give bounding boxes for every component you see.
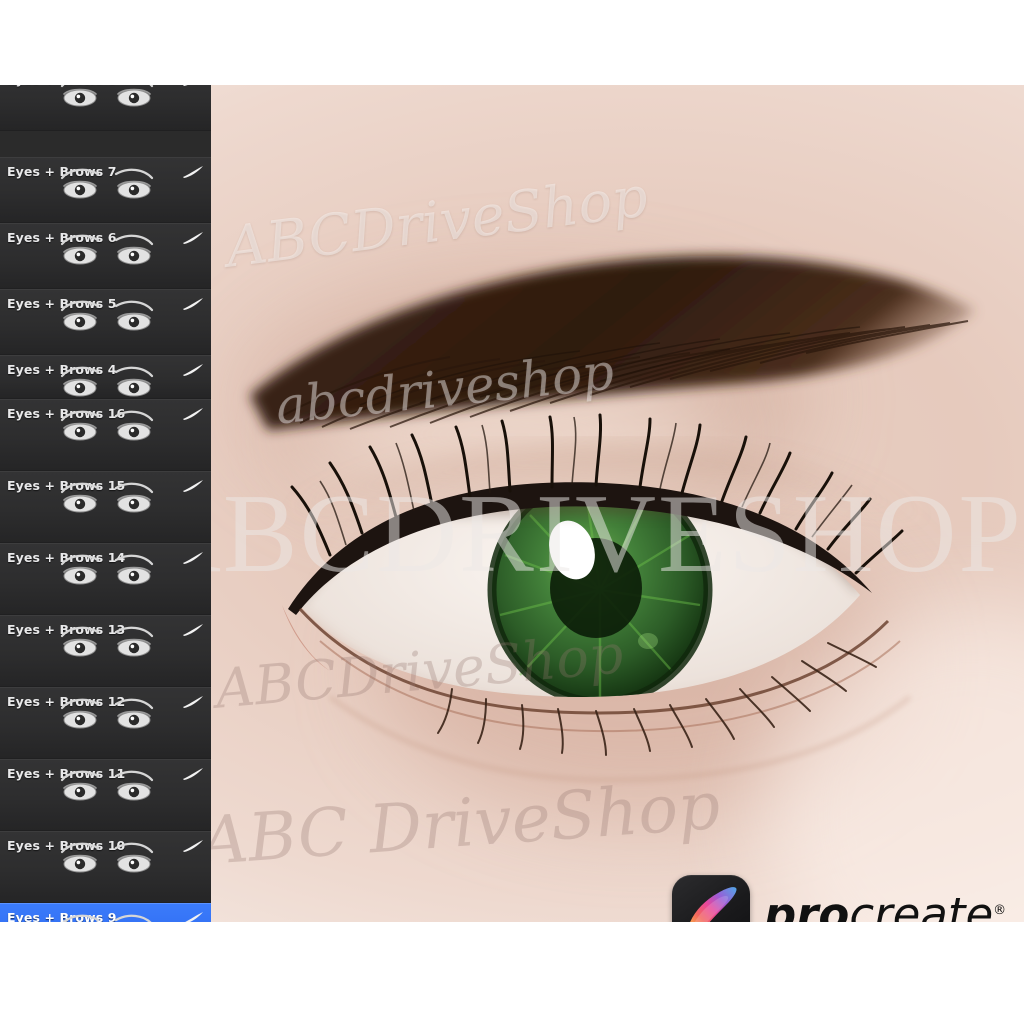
eyes-brows-thumbnail <box>52 228 162 274</box>
eyes-brows-thumbnail <box>52 294 162 340</box>
brush-list-item[interactable]: Eyes + Brows 4 <box>0 355 211 399</box>
brush-stroke-icon <box>181 694 205 710</box>
eyes-brows-thumbnail <box>52 764 162 810</box>
brush-list-item[interactable]: Eyes + Brows 8 <box>0 85 211 131</box>
brush-list-item[interactable]: Eyes + Brows 7 <box>0 157 211 223</box>
brush-list-item[interactable]: Eyes + Brows 15 <box>0 471 211 543</box>
brush-list-item[interactable]: Eyes + Brows 10 <box>0 831 211 903</box>
screenshot-stage: ABCDriveShop abcdriveshop ABCDRIVESHOP ABCD… <box>0 0 1024 1024</box>
eyes-brows-thumbnail <box>52 404 162 450</box>
procreate-app-icon <box>672 875 750 922</box>
brush-list-item[interactable]: Eyes + Brows 13 <box>0 615 211 687</box>
brush-stroke-icon <box>181 622 205 638</box>
brush-list-sidebar[interactable]: Eyes + Brows 8 <box>0 85 211 922</box>
procreate-word-light: create <box>849 887 994 923</box>
brush-list-item[interactable]: Eyes + Brows 5 <box>0 289 211 355</box>
eyes-brows-thumbnail <box>52 548 162 594</box>
brush-list-item[interactable]: Eyes + Brows 6 <box>0 223 211 289</box>
brush-stroke-icon <box>181 406 205 422</box>
brush-stroke-icon <box>181 478 205 494</box>
eyes-brows-thumbnail <box>52 162 162 208</box>
eyebrow <box>250 255 975 430</box>
eyes-brows-thumbnail <box>52 85 162 116</box>
procreate-logo: procreate® <box>672 875 1006 922</box>
brush-stroke-icon <box>181 296 205 312</box>
brush-stroke-icon <box>181 550 205 566</box>
eyes-brows-thumbnail <box>52 908 162 922</box>
registered-mark: ® <box>993 902 1007 918</box>
eyes-brows-thumbnail <box>52 692 162 738</box>
brush-list-item[interactable]: Eyes + Brows 14 <box>0 543 211 615</box>
brush-stroke-icon <box>181 766 205 782</box>
procreate-wordmark: procreate® <box>764 892 1006 923</box>
brush-list-item[interactable]: Eyes + Brows 16 <box>0 399 211 471</box>
brush-stroke-icon <box>181 838 205 854</box>
brush-stroke-icon <box>181 362 205 378</box>
eyes-brows-thumbnail <box>52 476 162 522</box>
brush-list-item[interactable]: Eyes + Brows 9 <box>0 903 211 922</box>
brush-stroke-icon <box>181 230 205 246</box>
brush-stroke-icon <box>181 85 205 88</box>
brush-stroke-icon <box>181 164 205 180</box>
under-eye-fold <box>329 695 911 782</box>
brush-list-item[interactable]: Eyes + Brows 11 <box>0 759 211 831</box>
eyes-brows-thumbnail <box>52 836 162 882</box>
procreate-word-bold: pro <box>764 887 850 923</box>
eyes-brows-thumbnail <box>52 620 162 666</box>
brush-list-item[interactable]: Eyes + Brows 12 <box>0 687 211 759</box>
brush-stroke-icon <box>181 910 205 922</box>
